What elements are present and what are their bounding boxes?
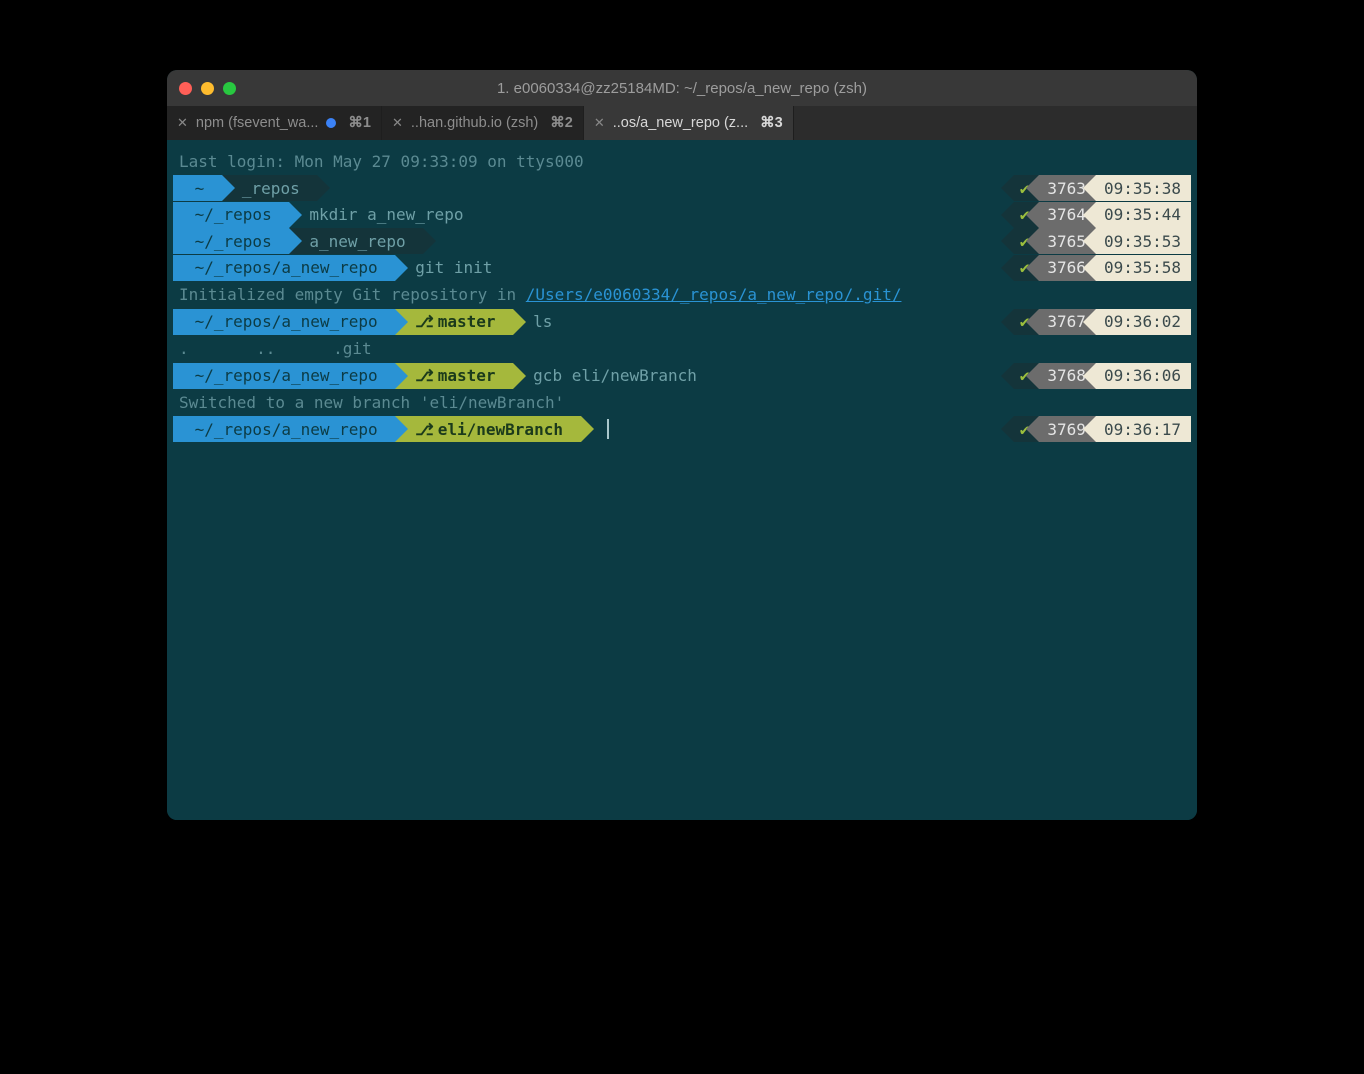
prompt-line: ~/_repos/a_new_repo git init✔376609:35:5…: [173, 254, 1191, 281]
branch-icon: ⎇: [415, 308, 433, 335]
prompt-time: 09:36:02: [1096, 309, 1191, 335]
traffic-lights: [179, 82, 236, 95]
prompt-line: ~/_repos a_new_repo ✔376509:35:53: [173, 228, 1191, 254]
prompt-line: ~/_repos/a_new_repo ⎇master gcb eli/newB…: [173, 362, 1191, 389]
git-branch-segment: ⎇master: [395, 363, 513, 389]
tab-close-icon[interactable]: ✕: [594, 115, 605, 131]
prompt-path: ~/_repos: [173, 228, 289, 254]
tab-close-icon[interactable]: ✕: [392, 115, 403, 131]
maximize-window-button[interactable]: [223, 82, 236, 95]
tab-0[interactable]: ✕ npm (fsevent_wa... ⌘1: [167, 106, 382, 140]
prompt-path: ~/_repos/a_new_repo: [173, 416, 395, 442]
tab-shortcut: ⌘3: [760, 115, 783, 131]
prompt-time: 09:35:38: [1096, 175, 1191, 201]
prompt-path: ~/_repos: [173, 202, 289, 228]
prompt-time: 09:35:58: [1096, 255, 1191, 281]
tab-activity-indicator-icon: [326, 118, 336, 128]
repo-path-link[interactable]: /Users/e0060334/_repos/a_new_repo/.git/: [526, 281, 902, 308]
command-text[interactable]: git init: [395, 254, 492, 281]
tab-shortcut: ⌘1: [348, 115, 371, 131]
tab-shortcut: ⌘2: [550, 115, 573, 131]
command-text[interactable]: gcb eli/newBranch: [513, 362, 697, 389]
tab-2[interactable]: ✕ ..os/a_new_repo (z... ⌘3: [584, 106, 794, 140]
tab-label: ..han.github.io (zsh): [411, 115, 538, 131]
tab-close-icon[interactable]: ✕: [177, 115, 188, 131]
prompt-path-extra: _repos: [222, 175, 317, 201]
terminal-window: 1. e0060334@zz25184MD: ~/_repos/a_new_re…: [167, 70, 1197, 820]
cursor: [607, 419, 609, 439]
login-line: Last login: Mon May 27 09:33:09 on ttys0…: [173, 148, 1191, 175]
git-branch-segment: ⎇eli/newBranch: [395, 416, 580, 442]
git-branch-segment: ⎇master: [395, 309, 513, 335]
branch-icon: ⎇: [415, 416, 433, 443]
prompt-time: 09:36:17: [1096, 416, 1191, 442]
output-line: Switched to a new branch 'eli/newBranch': [173, 389, 1191, 416]
minimize-window-button[interactable]: [201, 82, 214, 95]
prompt-line: ~ _repos ✔376309:35:38: [173, 175, 1191, 201]
output-text: Initialized empty Git repository in: [179, 281, 526, 308]
prompt-time: 09:36:06: [1096, 363, 1191, 389]
terminal-body[interactable]: Last login: Mon May 27 09:33:09 on ttys0…: [167, 140, 1197, 820]
tab-label: npm (fsevent_wa...: [196, 115, 319, 131]
prompt-time: 09:35:53: [1096, 228, 1191, 254]
window-title: 1. e0060334@zz25184MD: ~/_repos/a_new_re…: [167, 80, 1197, 97]
prompt-time: 09:35:44: [1096, 202, 1191, 228]
output-line: . .. .git: [173, 335, 1191, 362]
command-text[interactable]: mkdir a_new_repo: [289, 201, 463, 228]
tab-1[interactable]: ✕ ..han.github.io (zsh) ⌘2: [382, 106, 584, 140]
prompt-line: ~/_repos/a_new_repo ⎇eli/newBranch ✔3769…: [173, 416, 1191, 442]
tab-label: ..os/a_new_repo (z...: [613, 115, 748, 131]
prompt-path: ~/_repos/a_new_repo: [173, 309, 395, 335]
prompt-path-extra: a_new_repo: [289, 228, 423, 254]
prompt-line: ~/_repos mkdir a_new_repo✔376409:35:44: [173, 201, 1191, 228]
branch-icon: ⎇: [415, 362, 433, 389]
close-window-button[interactable]: [179, 82, 192, 95]
prompt-path: ~/_repos/a_new_repo: [173, 363, 395, 389]
titlebar[interactable]: 1. e0060334@zz25184MD: ~/_repos/a_new_re…: [167, 70, 1197, 106]
prompt-path: ~/_repos/a_new_repo: [173, 255, 395, 281]
output-line: Initialized empty Git repository in /Use…: [173, 281, 1191, 308]
tab-bar: ✕ npm (fsevent_wa... ⌘1 ✕ ..han.github.io (z…: [167, 106, 1197, 140]
prompt-line: ~/_repos/a_new_repo ⎇master ls✔376709:36…: [173, 308, 1191, 335]
prompt-path: ~: [173, 175, 222, 201]
